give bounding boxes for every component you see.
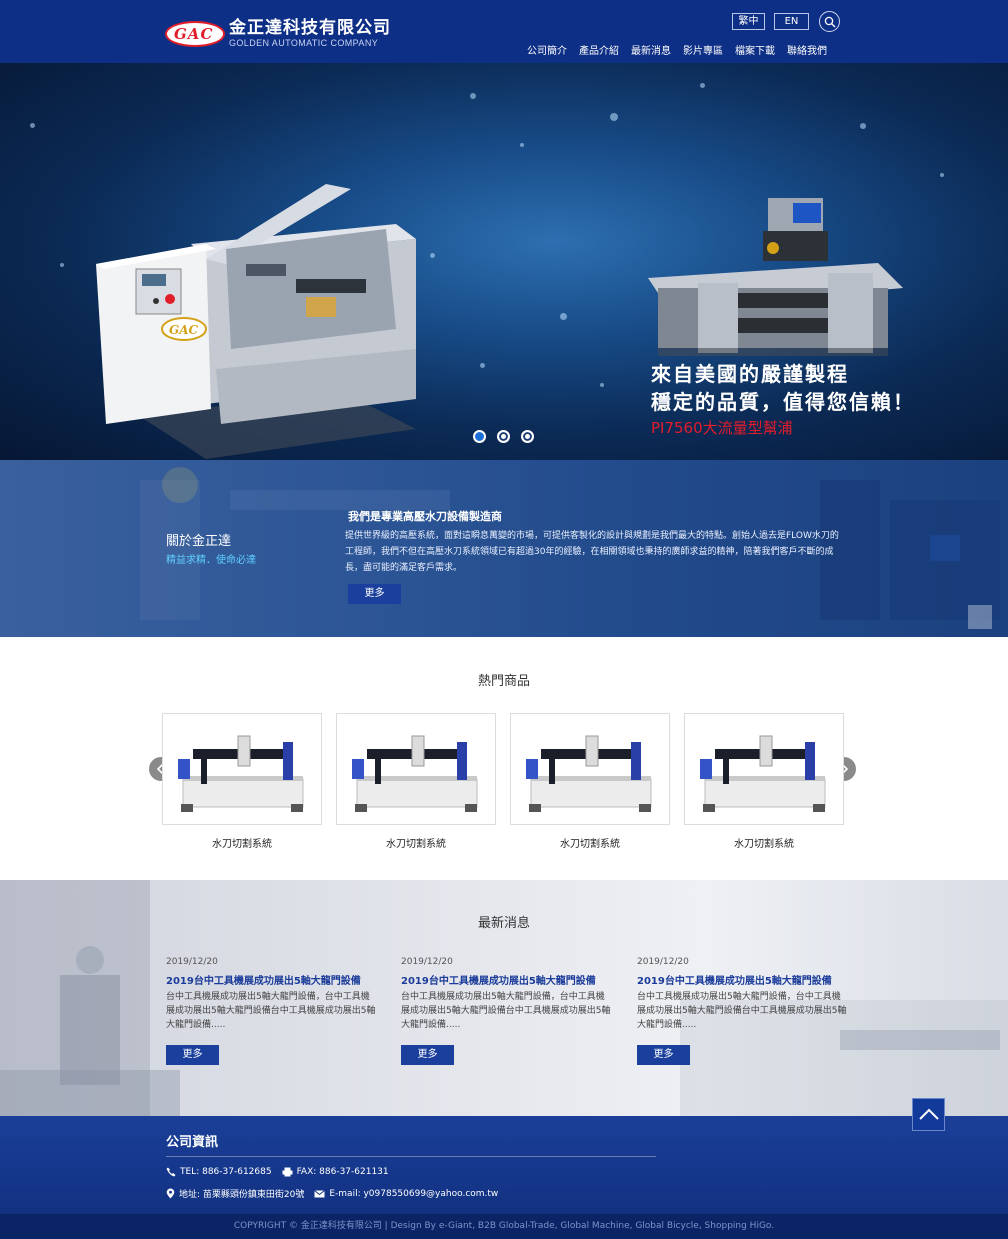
search-button[interactable] [819, 11, 840, 32]
copyright-bar: COPYRIGHT © 金正達科技有限公司 | Design By e-Gian… [0, 1214, 1008, 1239]
fax-icon [282, 1167, 293, 1177]
footer-title: 公司資訊 [166, 1135, 219, 1150]
hero-headline-1: 來自美國的嚴謹製程 [651, 362, 849, 386]
product-image [700, 735, 826, 812]
news-excerpt: 台中工具機展成功展出5軸大龍門設備，台中工具機展成功展出5軸大龍門設備台中工具機… [166, 992, 376, 1030]
footer-divider [166, 1156, 656, 1157]
slide-dot-3[interactable] [521, 430, 534, 443]
product-caption[interactable]: 水刀切割系統 [684, 835, 844, 850]
news-more-button[interactable]: 更多 [637, 1045, 690, 1065]
hero-headline-2: 穩定的品質，值得您信賴！ [651, 390, 915, 414]
hero-banner[interactable]: GAC 來自美國的嚴謹製程 穩定的品質，值得您信賴！ PI7560大流量型幫浦 [0, 63, 1008, 460]
search-icon [824, 16, 836, 28]
site-header: GAC 金正達科技有限公司 GOLDEN AUTOMATIC COMPANY 繁… [0, 0, 1008, 63]
about-subtitle: 精益求精．使命必達 [166, 555, 256, 566]
hero-product-name: PI7560大流量型幫浦 [651, 419, 793, 437]
news-date: 2019/12/20 [166, 957, 218, 967]
product-image [352, 735, 478, 812]
lang-english-button[interactable]: EN [774, 13, 809, 30]
email-icon [314, 1189, 326, 1197]
about-section: 關於金正達 精益求精．使命必達 我們是專業高壓水刀設備製造商 提供世界級的高壓系… [0, 460, 1008, 637]
product-card[interactable] [162, 713, 322, 825]
footer-phone-row: TEL: 886-37-612685 FAX: 886-37-621131 [166, 1167, 389, 1177]
news-more-button[interactable]: 更多 [401, 1045, 454, 1065]
about-more-button[interactable]: 更多 [348, 584, 401, 604]
nav-contact[interactable]: 聯絡我們 [787, 42, 827, 57]
location-pin-icon [166, 1188, 175, 1199]
product-image [526, 735, 652, 812]
news-title: 最新消息 [477, 916, 530, 931]
nav-about[interactable]: 公司簡介 [527, 42, 567, 57]
footer-fax: FAX: 886-37-621131 [296, 1167, 389, 1177]
product-caption[interactable]: 水刀切割系統 [336, 835, 496, 850]
product-caption[interactable]: 水刀切割系統 [162, 835, 322, 850]
slide-dot-2[interactable] [497, 430, 510, 443]
product-caption[interactable]: 水刀切割系統 [510, 835, 670, 850]
about-heading: 我們是專業高壓水刀設備製造商 [348, 510, 502, 523]
footer-email[interactable]: E-mail: y0978550699@yahoo.com.tw [329, 1189, 498, 1199]
product-card[interactable] [510, 713, 670, 825]
news-date: 2019/12/20 [637, 957, 689, 967]
product-card[interactable] [684, 713, 844, 825]
nav-downloads[interactable]: 檔案下載 [735, 42, 775, 57]
news-more-button[interactable]: 更多 [166, 1045, 219, 1065]
company-name-cn: 金正達科技有限公司 [229, 18, 391, 38]
main-nav: 公司簡介 產品介紹 最新消息 影片專區 檔案下載 聯絡我們 [527, 42, 827, 57]
site-footer: 公司資訊 TEL: 886-37-612685 FAX: 886-37-6211… [0, 1116, 1008, 1214]
nav-videos[interactable]: 影片專區 [683, 42, 723, 57]
lang-traditional-chinese-button[interactable]: 繁中 [732, 13, 765, 30]
nav-products[interactable]: 產品介紹 [579, 42, 619, 57]
slide-dot-1[interactable] [473, 430, 486, 443]
product-card[interactable] [336, 713, 496, 825]
news-headline[interactable]: 2019台中工具機展成功展出5軸大龍門設備 [166, 972, 361, 987]
back-to-top-button[interactable] [912, 1098, 945, 1131]
company-name-en: GOLDEN AUTOMATIC COMPANY [229, 38, 379, 48]
about-title: 關於金正達 [166, 534, 232, 549]
product-image [178, 735, 304, 812]
products-title: 熱門商品 [477, 674, 530, 689]
news-excerpt: 台中工具機展成功展出5軸大龍門設備，台中工具機展成功展出5軸大龍門設備台中工具機… [637, 992, 847, 1030]
news-date: 2019/12/20 [401, 957, 453, 967]
chevron-up-icon [919, 1108, 939, 1120]
news-headline[interactable]: 2019台中工具機展成功展出5軸大龍門設備 [401, 972, 596, 987]
machine-logo-text: GAC [169, 323, 199, 337]
about-body: 提供世界級的高壓系統，面對這瞬息萬變的市場，可提供客製化的設計與規劃是我們最大的… [345, 531, 839, 573]
news-excerpt: 台中工具機展成功展出5軸大龍門設備，台中工具機展成功展出5軸大龍門設備台中工具機… [401, 992, 611, 1030]
waterjet-machine-image: GAC [96, 184, 416, 459]
footer-address-row: 地址: 苗栗縣頭份鎮東田街20號 E-mail: y0978550699@yah… [166, 1187, 498, 1200]
gac-logo-mark: GAC [165, 19, 227, 49]
footer-address: 地址: 苗栗縣頭份鎮東田街20號 [179, 1190, 305, 1200]
company-logo[interactable]: GAC 金正達科技有限公司 GOLDEN AUTOMATIC COMPANY [165, 18, 391, 49]
news-section: 最新消息 2019/12/20 2019台中工具機展成功展出5軸大龍門設備 台中… [0, 880, 1008, 1116]
footer-tel: TEL: 886-37-612685 [180, 1167, 272, 1177]
nav-news[interactable]: 最新消息 [631, 42, 671, 57]
news-headline[interactable]: 2019台中工具機展成功展出5軸大龍門設備 [637, 972, 832, 987]
phone-icon [166, 1167, 176, 1177]
